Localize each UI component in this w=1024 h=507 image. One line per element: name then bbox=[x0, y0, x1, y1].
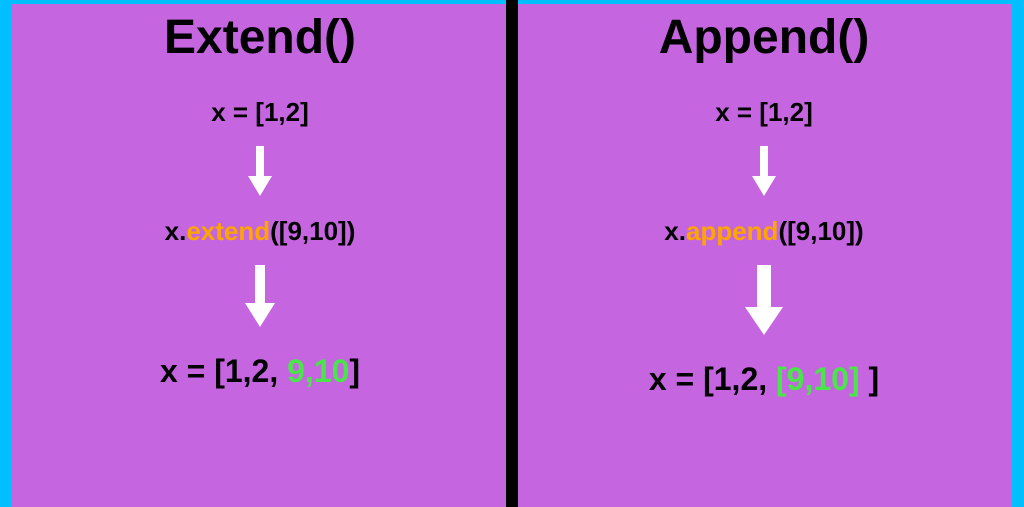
extend-call: x.extend([9,10]) bbox=[165, 216, 356, 247]
append-method: append bbox=[686, 216, 778, 246]
left-edge-stripe bbox=[0, 0, 6, 507]
extend-result: x = [1,2, 9,10] bbox=[160, 353, 360, 390]
arrow-down-icon bbox=[740, 265, 788, 337]
extend-initial: x = [1,2] bbox=[211, 97, 309, 128]
append-result-prefix: x = [1,2, bbox=[649, 361, 776, 397]
append-result-added: [9,10] bbox=[776, 361, 860, 397]
center-divider bbox=[506, 0, 518, 507]
extend-call-suffix: ([9,10]) bbox=[270, 216, 355, 246]
extend-result-added: 9,10 bbox=[287, 353, 349, 389]
append-call: x.append([9,10]) bbox=[664, 216, 863, 247]
extend-panel: Extend() x = [1,2] x.extend([9,10]) x = … bbox=[12, 4, 508, 507]
append-title: Append() bbox=[659, 10, 870, 65]
extend-method: extend bbox=[186, 216, 270, 246]
append-initial: x = [1,2] bbox=[715, 97, 813, 128]
extend-result-suffix: ] bbox=[349, 353, 360, 389]
append-result-suffix: ] bbox=[860, 361, 880, 397]
append-call-suffix: ([9,10]) bbox=[778, 216, 863, 246]
arrow-down-icon bbox=[748, 146, 780, 198]
append-call-prefix: x. bbox=[664, 216, 686, 246]
arrow-down-icon bbox=[244, 146, 276, 198]
append-panel: Append() x = [1,2] x.append([9,10]) x = … bbox=[516, 4, 1012, 507]
arrow-down-icon bbox=[240, 265, 280, 329]
extend-title: Extend() bbox=[164, 10, 356, 65]
append-result: x = [1,2, [9,10] ] bbox=[649, 361, 879, 398]
extend-result-prefix: x = [1,2, bbox=[160, 353, 287, 389]
extend-call-prefix: x. bbox=[165, 216, 187, 246]
